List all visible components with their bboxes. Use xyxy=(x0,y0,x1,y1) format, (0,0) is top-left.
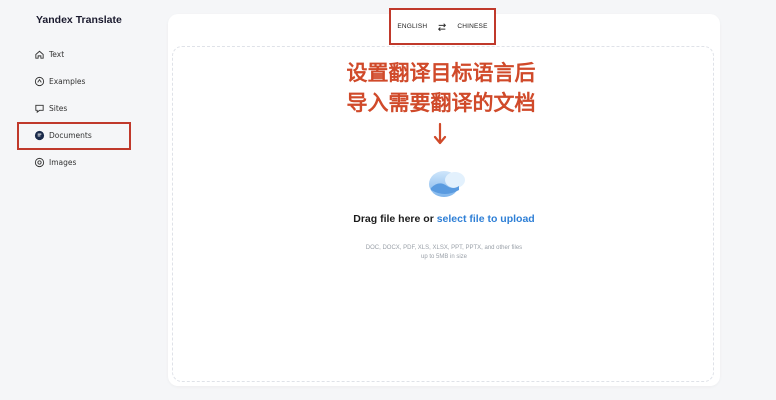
sidebar-item-label: Images xyxy=(49,157,77,167)
documents-highlight-box xyxy=(17,122,131,150)
sidebar-item-examples[interactable]: Examples xyxy=(34,73,85,89)
sidebar-item-label: Text xyxy=(49,49,65,59)
target-language-button[interactable]: CHINESE xyxy=(457,23,487,30)
examples-icon xyxy=(34,76,45,86)
app-title[interactable]: Yandex Translate xyxy=(36,14,122,26)
globe-icon xyxy=(35,104,44,113)
upload-prompt: Drag file here or select file to upload xyxy=(344,212,544,226)
upload-cloud-icon xyxy=(429,171,465,197)
annotation-line-2: 导入需要翻译的文档 xyxy=(346,91,536,115)
sidebar-item-images[interactable]: Images xyxy=(34,154,76,170)
source-language-button[interactable]: ENGLISH xyxy=(397,23,427,30)
sidebar-item-label: Sites xyxy=(49,103,68,113)
instruction-annotation: 设置翻译目标语言后 导入需要翻译的文档 xyxy=(316,58,566,118)
swap-languages-icon[interactable] xyxy=(437,22,447,32)
select-file-link[interactable]: select file to upload xyxy=(437,213,535,225)
sidebar-item-text[interactable]: Text xyxy=(34,46,64,62)
arrow-down-icon xyxy=(433,122,447,145)
sidebar-item-label: Examples xyxy=(49,76,86,86)
upload-prompt-text: Drag file here or xyxy=(353,213,437,225)
image-icon xyxy=(34,157,45,167)
sidebar: Yandex Translate Text Examples Sites Doc… xyxy=(0,0,160,400)
language-selector: ENGLISH CHINESE xyxy=(389,8,496,45)
home-icon xyxy=(35,50,44,59)
supported-formats-note: DOC, DOCX, PDF, XLS, XLSX, PPT, PPTX, an… xyxy=(365,245,523,260)
sidebar-item-sites[interactable]: Sites xyxy=(34,100,67,116)
annotation-line-1: 设置翻译目标语言后 xyxy=(346,61,536,85)
